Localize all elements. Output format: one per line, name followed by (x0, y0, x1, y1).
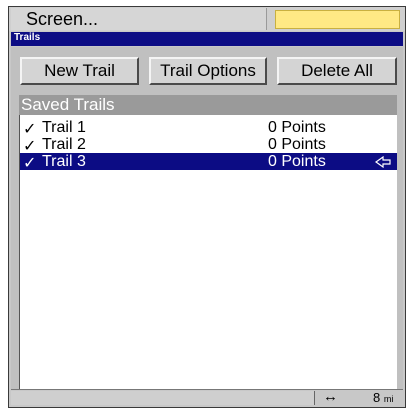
list-item-trail-3[interactable]: ✓ Trail 3 0 Points (20, 153, 397, 173)
list-item-trail-2[interactable]: ✓ Trail 2 0 Points (20, 136, 397, 155)
status-bar: ↔ 8 mi (11, 388, 403, 407)
saved-trails-header-label: Saved Trails (21, 95, 115, 114)
status-field (11, 391, 315, 405)
dialog-title: Trails (14, 32, 41, 43)
delete-all-button[interactable]: Delete All (277, 57, 397, 85)
trail-name: Trail 2 (42, 136, 86, 153)
saved-trails-list[interactable]: ✓ Trail 1 0 Points ✓ Trail 2 0 Points ✓ … (19, 115, 397, 392)
new-trail-button[interactable]: New Trail (20, 57, 139, 85)
scale-unit: mi (383, 394, 394, 404)
screen-menu-label: Screen... (26, 9, 99, 29)
trail-options-button[interactable]: Trail Options (149, 57, 267, 85)
status-field-yellow (275, 10, 400, 29)
trails-window-frame: Screen... Trails New Trail Trail Options… (8, 6, 406, 408)
trail-points: 0 Points (268, 153, 326, 170)
list-item-trail-1[interactable]: ✓ Trail 1 0 Points (20, 119, 397, 138)
top-bar: Screen... (9, 7, 405, 31)
saved-trails-header: Saved Trails (19, 95, 397, 115)
trail-points: 0 Points (268, 119, 326, 136)
trail-points: 0 Points (268, 136, 326, 153)
check-icon[interactable]: ✓ (23, 153, 36, 173)
dialog-titlebar: Trails (11, 32, 403, 46)
horizontal-arrows-icon: ↔ (323, 388, 338, 405)
scale-value: 8 (373, 390, 381, 405)
screen-menu-tab[interactable]: Screen... (11, 8, 267, 30)
trail-name: Trail 3 (42, 153, 86, 170)
trail-name: Trail 1 (42, 119, 86, 136)
dialog-content: New Trail Trail Options Delete All Saved… (11, 47, 403, 392)
map-scale: 8 mi (373, 390, 393, 405)
left-arrow-icon (374, 155, 391, 173)
